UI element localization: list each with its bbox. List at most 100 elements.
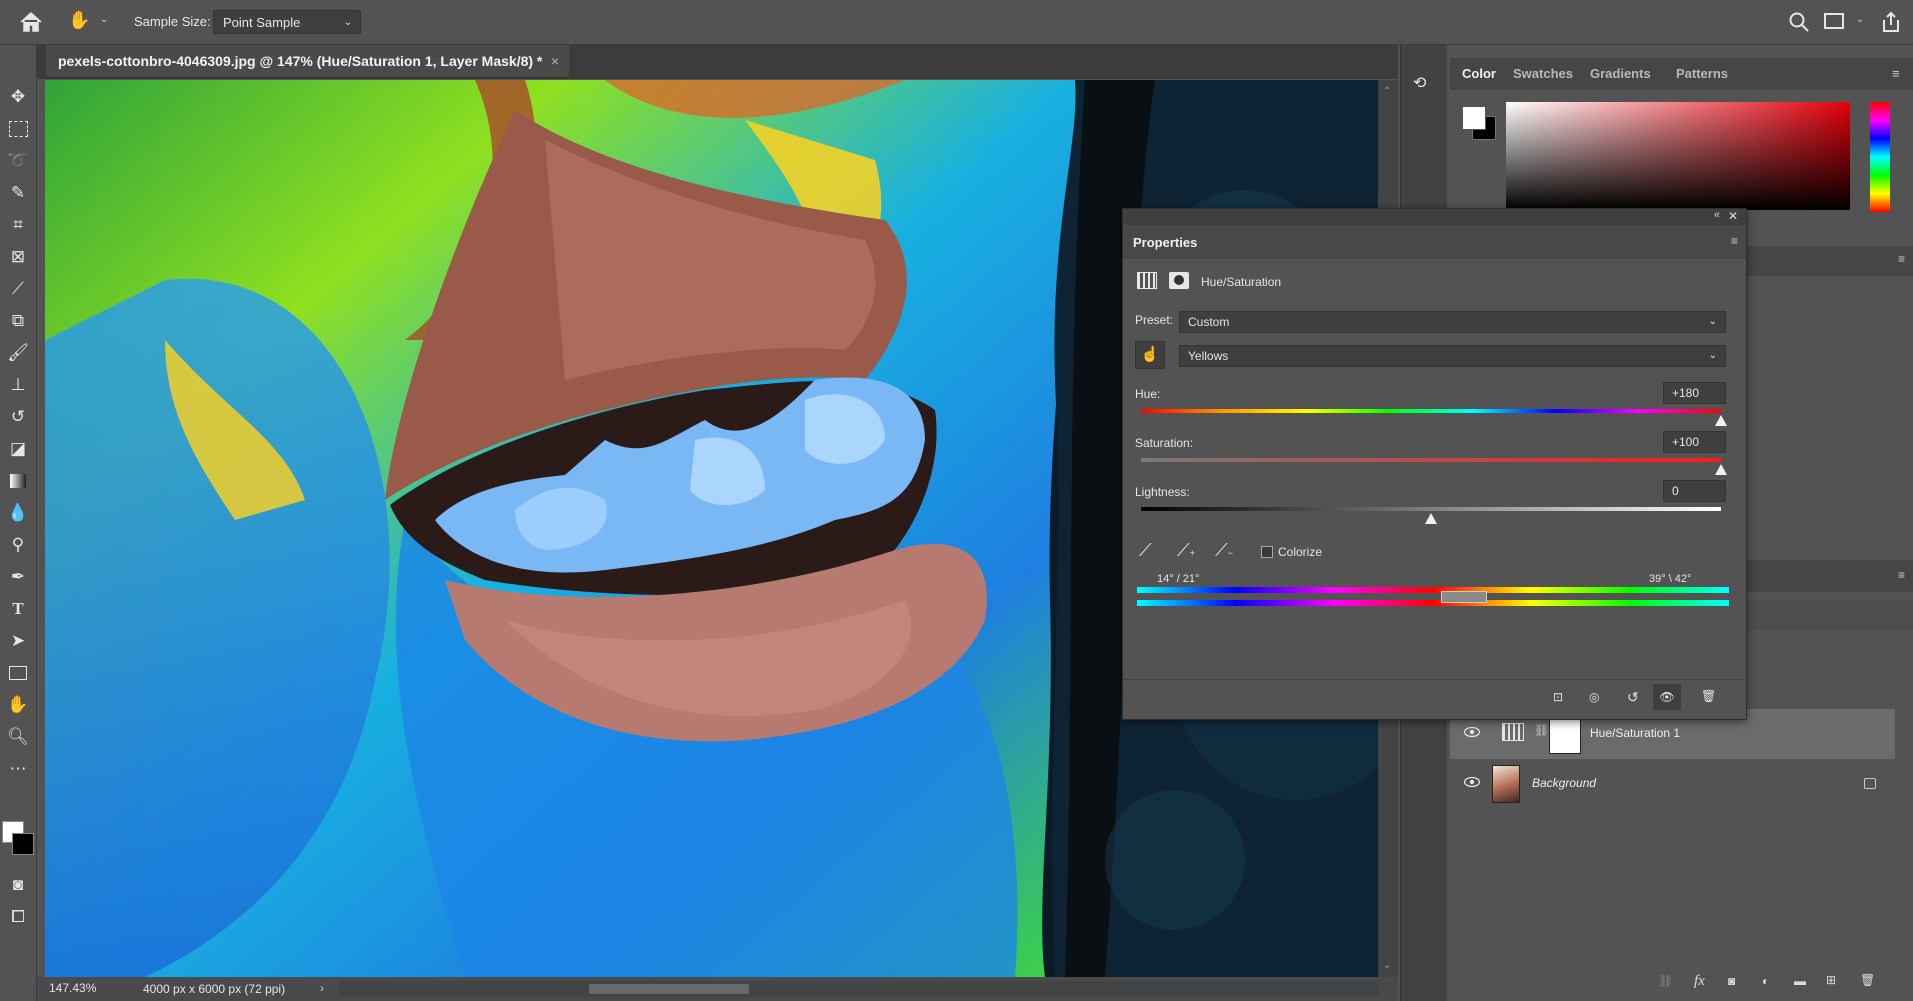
clip-to-layer-icon[interactable]: ⊡ — [1553, 690, 1563, 704]
adjustment-layer-icon — [1502, 723, 1524, 741]
range-slider[interactable] — [1441, 591, 1487, 603]
preset-select[interactable]: Custom ⌄ — [1179, 311, 1726, 333]
hue-slider-handle[interactable] — [1715, 415, 1727, 426]
lightness-slider-handle[interactable] — [1425, 513, 1437, 524]
frame-tool-icon[interactable]: ⊠ — [4, 243, 32, 271]
blur-tool-icon[interactable]: 💧 — [4, 499, 32, 527]
channel-select[interactable]: Yellows ⌄ — [1179, 345, 1726, 367]
quick-mask-icon[interactable]: ◙ — [4, 871, 32, 899]
new-layer-icon[interactable]: ⊞ — [1826, 973, 1836, 987]
chevron-down-icon[interactable]: ⌄ — [100, 14, 108, 25]
targeted-adjustment-icon[interactable]: ☝ — [1135, 341, 1165, 369]
tab-patterns[interactable]: Patterns — [1676, 58, 1728, 90]
lasso-tool-icon[interactable]: ➰ — [4, 147, 32, 175]
move-tool-icon[interactable]: ✥ — [4, 83, 32, 111]
background-color-swatch[interactable] — [12, 833, 34, 855]
saturation-value-input[interactable]: +100 — [1663, 431, 1726, 453]
screen-mode-icon[interactable]: ⧠ — [4, 903, 32, 931]
saturation-slider-track[interactable] — [1141, 458, 1721, 462]
collapse-icon[interactable]: « — [1714, 209, 1720, 221]
marquee-tool-icon[interactable] — [4, 115, 32, 143]
document-info: 4000 px x 6000 px (72 ppi) — [143, 982, 286, 996]
layer-thumbnail[interactable] — [1492, 765, 1520, 803]
link-icon[interactable]: ⛓ — [1534, 723, 1549, 737]
zoom-level[interactable]: 147.43% — [49, 981, 96, 995]
sample-size-select[interactable]: Point Sample ⌄ — [213, 10, 361, 34]
close-icon[interactable]: × — [551, 45, 559, 78]
chevron-up-icon[interactable]: ⌃ — [1383, 86, 1391, 97]
eyedropper-icon[interactable]: ⟋ — [1139, 540, 1152, 561]
chevron-down-icon[interactable]: ⌄ — [1383, 960, 1391, 971]
tab-swatches[interactable]: Swatches — [1513, 58, 1573, 90]
properties-panel: « ✕ Properties ≡ Hue/Saturation Preset: … — [1122, 208, 1747, 720]
hue-slider[interactable] — [1870, 102, 1890, 212]
share-icon[interactable] — [1880, 10, 1902, 37]
lock-icon[interactable] — [1864, 778, 1876, 789]
saturation-slider-handle[interactable] — [1715, 464, 1727, 475]
reset-icon[interactable]: ↺ — [1627, 689, 1639, 706]
color-field[interactable] — [1506, 102, 1850, 210]
hue-slider-track[interactable] — [1141, 409, 1721, 413]
rectangle-tool-icon[interactable] — [4, 659, 32, 687]
tab-gradients[interactable]: Gradients — [1590, 58, 1651, 90]
dodge-tool-icon[interactable]: ⚲ — [4, 531, 32, 559]
lightness-value-input[interactable]: 0 — [1663, 480, 1726, 502]
properties-title[interactable]: Properties — [1133, 235, 1197, 250]
more-tools-icon[interactable]: ⋯ — [4, 755, 32, 783]
path-selection-tool-icon[interactable]: ➤ — [4, 627, 32, 655]
visibility-icon[interactable]: 👁︎ — [1653, 684, 1681, 710]
link-layers-icon[interactable]: ⛓ — [1658, 974, 1673, 988]
trash-icon[interactable]: 🗑︎ — [1701, 689, 1716, 703]
colorize-checkbox[interactable] — [1261, 546, 1273, 558]
eye-icon[interactable] — [1464, 727, 1480, 737]
gradient-tool-icon[interactable] — [4, 467, 32, 495]
crop-tool-icon[interactable]: ⌗ — [4, 211, 32, 239]
quick-selection-tool-icon[interactable]: ✎ — [4, 179, 32, 207]
hue-value-input[interactable]: +180 — [1663, 382, 1726, 404]
history-brush-tool-icon[interactable]: ↺ — [4, 403, 32, 431]
eraser-tool-icon[interactable]: ◪ — [4, 435, 32, 463]
mask-icon[interactable] — [1169, 272, 1189, 289]
history-panel-icon[interactable]: ⟲ — [1413, 73, 1435, 95]
eyedropper-add-icon[interactable]: ⟋+ — [1177, 540, 1195, 561]
type-tool-icon[interactable]: T — [4, 595, 32, 623]
tab-color[interactable]: Color — [1462, 58, 1496, 90]
panel-menu-icon[interactable]: ≡ — [1898, 568, 1905, 582]
horizontal-scrollbar[interactable] — [339, 981, 1379, 997]
lightness-slider-track[interactable] — [1141, 507, 1721, 511]
horizontal-scroll-thumb[interactable] — [589, 984, 749, 994]
color-panel-body — [1450, 90, 1913, 212]
add-mask-icon[interactable]: ◙ — [1728, 974, 1735, 988]
view-previous-icon[interactable]: ◎ — [1589, 690, 1599, 704]
fx-icon[interactable]: fx — [1694, 973, 1705, 990]
layer-mask-thumbnail[interactable] — [1549, 716, 1581, 754]
panel-menu-icon[interactable]: ≡ — [1892, 58, 1900, 90]
document-tab[interactable]: pexels-cottonbro-4046309.jpg @ 147% (Hue… — [46, 45, 569, 78]
hand-tool-icon[interactable]: ✋ — [68, 10, 92, 34]
pen-tool-icon[interactable]: ✒ — [4, 563, 32, 591]
close-icon[interactable]: ✕ — [1728, 209, 1738, 223]
healing-brush-tool-icon[interactable]: ⧉ — [4, 307, 32, 335]
colorize-label[interactable]: Colorize — [1278, 545, 1322, 559]
panel-menu-icon[interactable]: ≡ — [1898, 252, 1905, 266]
chevron-right-icon[interactable]: › — [320, 981, 324, 995]
eye-icon[interactable] — [1464, 777, 1480, 787]
stamp-tool-icon[interactable]: ⊥ — [4, 371, 32, 399]
properties-title-bar[interactable]: « ✕ — [1123, 209, 1746, 225]
chevron-down-icon[interactable]: ⌄ — [1856, 14, 1864, 25]
trash-icon[interactable]: 🗑︎ — [1860, 973, 1875, 987]
eyedropper-tool-icon[interactable]: ⟋ — [4, 275, 32, 303]
eyedropper-subtract-icon[interactable]: ⟋− — [1215, 540, 1233, 561]
hand-tool-icon[interactable]: ✋ — [4, 691, 32, 719]
foreground-color-swatch[interactable] — [1462, 106, 1486, 130]
brush-tool-icon[interactable]: 🖌 — [4, 339, 32, 367]
adjustment-icon[interactable] — [1137, 272, 1157, 289]
folder-icon[interactable]: ▬ — [1794, 974, 1806, 988]
home-icon[interactable] — [18, 10, 44, 34]
workspace-icon[interactable] — [1824, 13, 1844, 29]
adjustment-layer-icon[interactable]: ◐ — [1762, 974, 1769, 988]
search-icon[interactable] — [1788, 11, 1810, 36]
panel-menu-icon[interactable]: ≡ — [1731, 234, 1738, 248]
zoom-tool-icon[interactable]: 🔍︎ — [4, 723, 32, 751]
layer-row-background[interactable]: Background — [1450, 759, 1895, 809]
